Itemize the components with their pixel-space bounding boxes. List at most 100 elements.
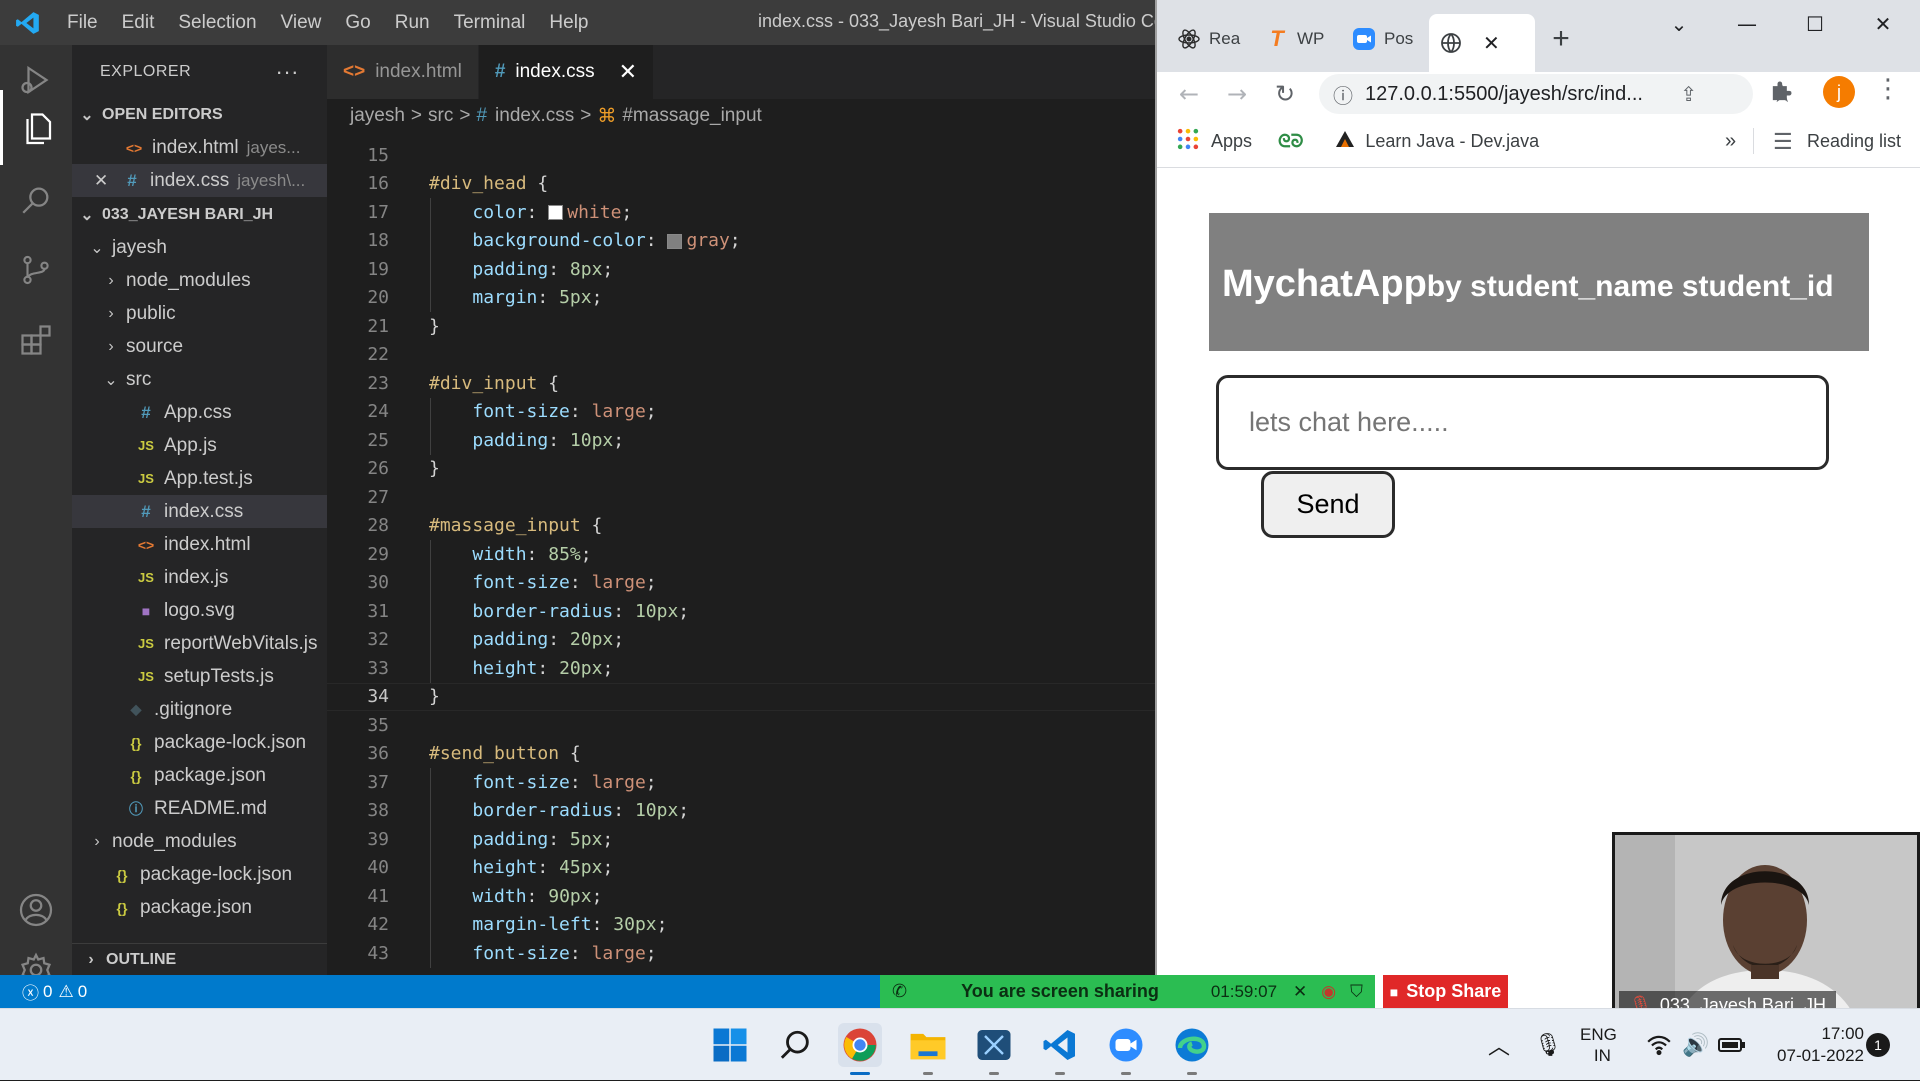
open-editors-section[interactable]: ⌄ OPEN EDITORS [72, 99, 327, 131]
windows-start-icon[interactable] [708, 1023, 752, 1067]
menu-item-help[interactable]: Help [537, 12, 600, 34]
code-line[interactable]: 39 padding: 5px; [327, 825, 1155, 854]
tree-folder[interactable]: ⌄ jayesh [72, 231, 327, 264]
bookmark-apps[interactable]: Apps [1211, 131, 1252, 152]
notification-badge[interactable]: 1 [1866, 1033, 1890, 1057]
code-line[interactable]: 29 width: 85%; [327, 540, 1155, 569]
code-line[interactable]: 34} [327, 682, 1155, 711]
reload-icon[interactable]: ↻ [1261, 74, 1309, 114]
extensions-icon[interactable] [0, 305, 72, 375]
tree-folder[interactable]: ⌄ src [72, 363, 327, 396]
source-control-icon[interactable] [0, 235, 72, 305]
info-icon[interactable]: ⓘ [1333, 80, 1353, 109]
color-swatch-icon[interactable] [548, 205, 564, 221]
tab-index-html[interactable]: <> index.html [327, 45, 479, 99]
share-icon[interactable]: ⇪ [1680, 82, 1697, 107]
code-line[interactable]: 35 [327, 711, 1155, 740]
breadcrumb-item[interactable]: jayesh [350, 105, 405, 127]
stop-share-button[interactable]: ■ Stop Share [1383, 975, 1508, 1008]
browser-tab-active[interactable]: ✕ [1429, 14, 1535, 72]
back-arrow-icon[interactable]: ← [1165, 74, 1213, 114]
tree-folder[interactable]: › node_modules [72, 825, 327, 858]
microphone-icon[interactable]: 🎙 [1534, 1009, 1562, 1081]
battery-icon[interactable] [1718, 1009, 1746, 1081]
wifi-icon[interactable] [1646, 1009, 1672, 1081]
shield-icon[interactable]: ⛉ [1350, 982, 1363, 1002]
tree-file[interactable]: JS App.js [72, 429, 327, 462]
share-status-bar[interactable]: ✆ You are screen sharing 01:59:07 ✕ ◉ ⛉ [880, 975, 1375, 1008]
code-line[interactable]: 30 font-size: large; [327, 569, 1155, 598]
code-line[interactable]: 15 [327, 141, 1155, 170]
mute-mic-icon[interactable]: ✕ [1293, 982, 1307, 1002]
gfg-icon[interactable]: ᘓᘐ [1278, 131, 1303, 152]
menu-item-terminal[interactable]: Terminal [442, 12, 538, 34]
code-line[interactable]: 36 #send_button { [327, 740, 1155, 769]
tree-file[interactable]: {} package.json [72, 891, 327, 924]
tree-file[interactable]: {} package.json [72, 759, 327, 792]
tree-file[interactable]: <> index.html [72, 528, 327, 561]
breadcrumb-item[interactable]: index.css [495, 105, 574, 127]
menu-item-file[interactable]: File [55, 12, 110, 34]
zoom-taskbar-icon[interactable] [1104, 1023, 1148, 1075]
snipping-tool-icon[interactable] [972, 1023, 1016, 1075]
new-tab-button[interactable]: + [1537, 18, 1585, 60]
tab-close-icon[interactable]: ✕ [1483, 31, 1500, 56]
code-line[interactable]: 32 padding: 20px; [327, 626, 1155, 655]
vscode-taskbar-icon[interactable] [1038, 1023, 1082, 1075]
close-icon[interactable]: ✕ [94, 171, 122, 191]
tree-file[interactable]: # index.css [72, 495, 327, 528]
browser-tab[interactable]: Rea [1177, 18, 1240, 60]
send-button[interactable]: Send [1261, 471, 1395, 538]
menu-item-go[interactable]: Go [333, 12, 382, 34]
search-icon[interactable] [0, 165, 72, 235]
code-line[interactable]: 20 margin: 5px; [327, 284, 1155, 313]
reading-list-icon[interactable]: ☰ [1773, 129, 1793, 155]
tree-file[interactable]: # App.css [72, 396, 327, 429]
volume-icon[interactable]: 🔊 [1682, 1009, 1709, 1081]
code-line[interactable]: 23 #div_input { [327, 369, 1155, 398]
tray-overflow-icon[interactable]: ︿ [1488, 1009, 1510, 1081]
tab-close-icon[interactable]: ✕ [619, 59, 637, 85]
tree-file[interactable]: ◆ .gitignore [72, 693, 327, 726]
tree-file[interactable]: ⓘ README.md [72, 792, 327, 825]
code-line[interactable]: 37 font-size: large; [327, 768, 1155, 797]
tree-folder[interactable]: › node_modules [72, 264, 327, 297]
tree-file[interactable]: {} package-lock.json [72, 726, 327, 759]
menu-item-view[interactable]: View [269, 12, 334, 34]
menu-item-selection[interactable]: Selection [166, 12, 268, 34]
window-close-icon[interactable]: ✕ [1853, 8, 1913, 40]
tree-file[interactable]: JS index.js [72, 561, 327, 594]
open-editor-item[interactable]: ✕ # index.css jayesh\... [72, 164, 327, 197]
file-explorer-icon[interactable] [906, 1023, 950, 1075]
code-line[interactable]: 41 width: 90px; [327, 882, 1155, 911]
explorer-more-icon[interactable]: ··· [276, 59, 299, 85]
code-line[interactable]: 42 margin-left: 30px; [327, 911, 1155, 940]
accounts-icon[interactable] [0, 875, 72, 945]
forward-arrow-icon[interactable]: → [1213, 74, 1261, 114]
code-line[interactable]: 25 padding: 10px; [327, 426, 1155, 455]
chrome-taskbar-icon[interactable] [838, 1023, 882, 1075]
record-icon[interactable]: ◉ [1321, 982, 1336, 1002]
edge-taskbar-icon[interactable] [1170, 1023, 1214, 1075]
menu-item-run[interactable]: Run [383, 12, 442, 34]
language-indicator[interactable]: ENG IN [1580, 1009, 1617, 1081]
warning-icon[interactable]: ⚠ [58, 982, 73, 1002]
error-count[interactable]: 0 [43, 982, 52, 1002]
extensions-puzzle-icon[interactable] [1767, 78, 1795, 110]
minimize-icon[interactable]: — [1717, 8, 1777, 40]
code-line[interactable]: 33 height: 20px; [327, 654, 1155, 683]
code-line[interactable]: 18 background-color: gray; [327, 227, 1155, 256]
breadcrumb-item[interactable]: #massage_input [622, 105, 761, 127]
maximize-icon[interactable]: ☐ [1785, 8, 1845, 40]
tree-file[interactable]: JS setupTests.js [72, 660, 327, 693]
warning-count[interactable]: 0 [78, 982, 87, 1002]
breadcrumb-item[interactable]: src [428, 105, 453, 127]
code-line[interactable]: 28 #massage_input { [327, 512, 1155, 541]
explorer-icon[interactable] [0, 90, 72, 165]
more-bookmarks-icon[interactable]: » [1725, 130, 1736, 153]
error-icon[interactable]: ⓧ [22, 979, 39, 1004]
code-line[interactable]: 31 border-radius: 10px; [327, 597, 1155, 626]
webcam-video[interactable]: 🎙 033_Jayesh Bari_JH [1612, 832, 1920, 1026]
code-line[interactable]: 16 #div_head { [327, 170, 1155, 199]
color-swatch-icon[interactable] [667, 233, 683, 249]
